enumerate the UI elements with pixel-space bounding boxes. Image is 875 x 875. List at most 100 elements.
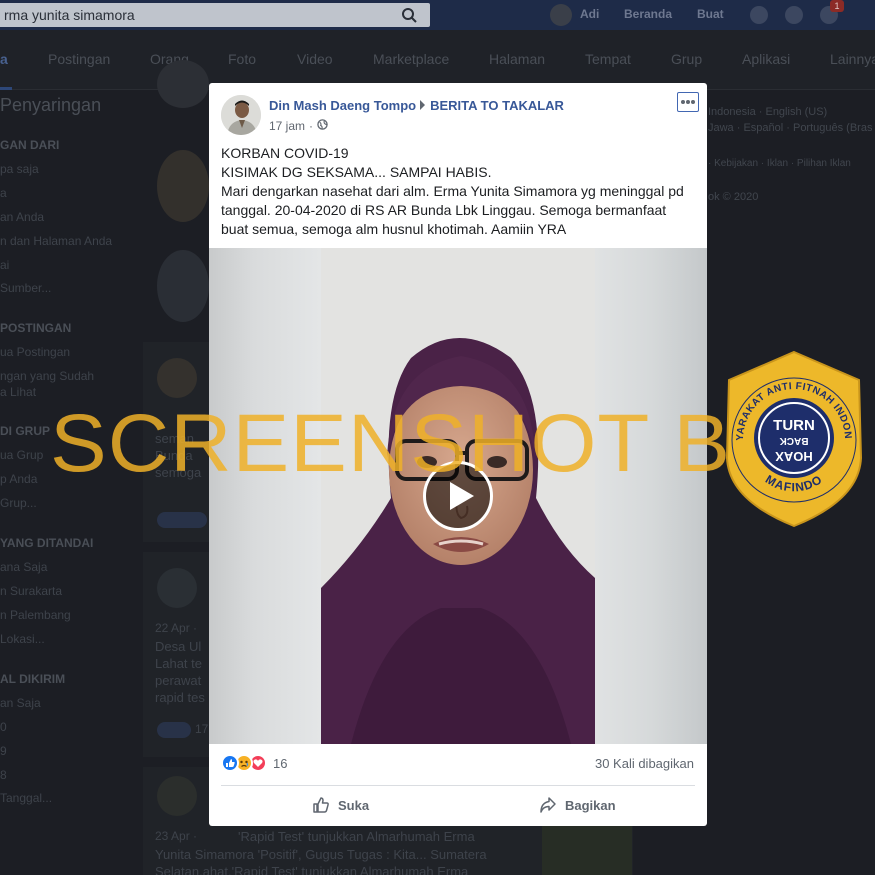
footer-links[interactable]: · Kebijakan · Iklan · Pilihan Iklan bbox=[708, 158, 851, 169]
divider bbox=[221, 785, 695, 786]
filter-option[interactable]: Sumber... bbox=[0, 281, 51, 295]
filter-option[interactable]: Tanggal... bbox=[0, 791, 52, 805]
post-body: KORBAN COVID-19 KISIMAK DG SEKSAMA... SA… bbox=[221, 144, 697, 239]
filter-option[interactable]: 9 bbox=[0, 744, 7, 758]
result-avatar[interactable] bbox=[157, 568, 197, 608]
filter-option[interactable]: ua Postingan bbox=[0, 345, 70, 359]
post-text-line: KISIMAK DG SEKSAMA... SAMPAI HABIS. bbox=[221, 164, 492, 180]
reaction-count[interactable]: 16 bbox=[273, 756, 287, 771]
post-card: Din Mash Daeng Tompo BERITA TO TAKALAR 17… bbox=[209, 83, 707, 826]
share-button[interactable]: Bagikan bbox=[539, 795, 616, 815]
post-meta: 17 jam · bbox=[269, 119, 328, 133]
author-avatar[interactable] bbox=[221, 95, 261, 135]
share-arrow-icon bbox=[540, 797, 556, 813]
result-snippet-line: seman bbox=[155, 431, 195, 446]
filter-heading-tagged-location: YANG DITANDAI bbox=[0, 536, 94, 550]
result-snippet-line: Desa Ul bbox=[155, 639, 202, 654]
tab-photos[interactable]: Foto bbox=[228, 51, 256, 67]
language-links[interactable]: Jawa · Español · Português (Bras bbox=[708, 122, 872, 134]
tab-top[interactable]: a bbox=[0, 51, 8, 67]
more-options-button[interactable] bbox=[677, 92, 699, 112]
like-button[interactable]: Suka bbox=[312, 795, 369, 815]
tab-groups[interactable]: Grup bbox=[671, 51, 702, 67]
author-name-link[interactable]: Din Mash Daeng Tompo bbox=[269, 98, 416, 113]
messenger-icon[interactable] bbox=[785, 6, 803, 24]
tab-pages[interactable]: Halaman bbox=[489, 51, 545, 67]
result-thumbnail[interactable] bbox=[542, 826, 632, 875]
language-links[interactable]: Indonesia · English (US) bbox=[708, 106, 827, 118]
result-snippet-line: Yunita Simamora 'Positif', Gugus Tugas :… bbox=[155, 847, 487, 862]
top-navigation-bar: rma yunita simamora Adi Beranda Buat 1 bbox=[0, 0, 875, 30]
reaction-icons bbox=[157, 512, 207, 528]
profile-link[interactable]: Adi bbox=[580, 7, 599, 21]
search-icon[interactable] bbox=[390, 3, 430, 27]
result-avatar[interactable] bbox=[157, 358, 197, 398]
group-name-link[interactable]: BERITA TO TAKALAR bbox=[430, 98, 564, 113]
filter-option[interactable]: n Surakarta bbox=[0, 584, 62, 598]
filter-option[interactable]: a bbox=[0, 186, 7, 200]
badge-turn-text: TURN bbox=[773, 417, 815, 434]
result-avatar[interactable] bbox=[157, 776, 197, 816]
filter-option[interactable]: p Anda bbox=[0, 472, 37, 486]
friend-requests-icon[interactable] bbox=[750, 6, 768, 24]
result-snippet-line: Lahat te bbox=[155, 656, 202, 671]
play-button[interactable] bbox=[423, 461, 493, 531]
create-link[interactable]: Buat bbox=[697, 7, 724, 21]
dot bbox=[681, 100, 685, 104]
video-blur-right bbox=[595, 248, 707, 744]
filter-option[interactable]: Lokasi... bbox=[0, 632, 45, 646]
tab-posts[interactable]: Postingan bbox=[48, 51, 110, 67]
filter-option[interactable]: an Anda bbox=[0, 210, 44, 224]
result-date: 22 Apr · bbox=[155, 621, 198, 635]
post-timestamp[interactable]: 17 jam bbox=[269, 119, 305, 133]
result-avatar[interactable] bbox=[157, 250, 209, 322]
dot bbox=[691, 100, 695, 104]
filter-option[interactable]: ua Grup bbox=[0, 448, 43, 462]
badge-back-text: BACK bbox=[779, 435, 809, 446]
filter-option[interactable]: n Palembang bbox=[0, 608, 71, 622]
filter-heading-post-type: POSTINGAN bbox=[0, 321, 72, 335]
share-count[interactable]: 30 Kali dibagikan bbox=[595, 756, 694, 771]
active-tab-indicator bbox=[0, 87, 12, 90]
post-text-line: tanggal. 20-04-2020 di RS AR Bunda Lbk L… bbox=[221, 202, 667, 218]
tab-more[interactable]: Lainnya bbox=[830, 51, 875, 67]
tab-marketplace[interactable]: Marketplace bbox=[373, 51, 449, 67]
filter-option[interactable]: ai bbox=[0, 258, 9, 272]
result-snippet-line: semoga bbox=[155, 465, 202, 480]
user-avatar[interactable] bbox=[550, 4, 572, 26]
share-label: Bagikan bbox=[565, 797, 616, 813]
post-header-title: Din Mash Daeng Tompo BERITA TO TAKALAR bbox=[269, 98, 564, 113]
filter-option[interactable]: Grup... bbox=[0, 496, 37, 510]
notification-badge: 1 bbox=[830, 0, 844, 12]
result-snippet-line: perawat bbox=[155, 673, 202, 688]
filter-option[interactable]: n dan Halaman Anda bbox=[0, 234, 112, 248]
turnbackhoax-logo: MASYARAKAT ANTI FITNAH INDONESIA TURN BA… bbox=[717, 342, 867, 528]
home-link[interactable]: Beranda bbox=[624, 7, 672, 21]
filter-heading-date-posted: AL DIKIRIM bbox=[0, 672, 66, 686]
video-player[interactable] bbox=[209, 248, 707, 744]
reaction-count: 17 bbox=[195, 722, 209, 736]
dot bbox=[686, 100, 690, 104]
post-text-line: Mari dengarkan nasehat dari alm. Erma Yu… bbox=[221, 183, 684, 199]
result-avatar[interactable] bbox=[157, 150, 209, 222]
filter-option[interactable]: ngan yang Sudah bbox=[0, 369, 94, 383]
filter-heading-posted-by: GAN DARI bbox=[0, 138, 60, 152]
search-input[interactable]: rma yunita simamora bbox=[0, 3, 430, 27]
result-avatar[interactable] bbox=[157, 60, 209, 108]
tab-apps[interactable]: Aplikasi bbox=[742, 51, 790, 67]
reactions-summary[interactable]: 16 bbox=[221, 754, 287, 772]
reaction-icons bbox=[157, 722, 191, 738]
filter-option[interactable]: 0 bbox=[0, 720, 7, 734]
copyright-text: ok © 2020 bbox=[708, 191, 759, 203]
tab-videos[interactable]: Video bbox=[297, 51, 333, 67]
filter-option[interactable]: 8 bbox=[0, 768, 7, 782]
tab-places[interactable]: Tempat bbox=[585, 51, 631, 67]
post-text-line: KORBAN COVID-19 bbox=[221, 145, 349, 161]
result-snippet-line: 'Rapid Test' tunjukkan Almarhumah Erma bbox=[238, 829, 475, 844]
filter-option[interactable]: pa saja bbox=[0, 162, 39, 176]
video-blur-left bbox=[209, 248, 321, 744]
like-label: Suka bbox=[338, 797, 370, 813]
filter-option[interactable]: an Saja bbox=[0, 696, 41, 710]
filter-option[interactable]: ana Saja bbox=[0, 560, 47, 574]
filter-option[interactable]: a Lihat bbox=[0, 385, 36, 399]
